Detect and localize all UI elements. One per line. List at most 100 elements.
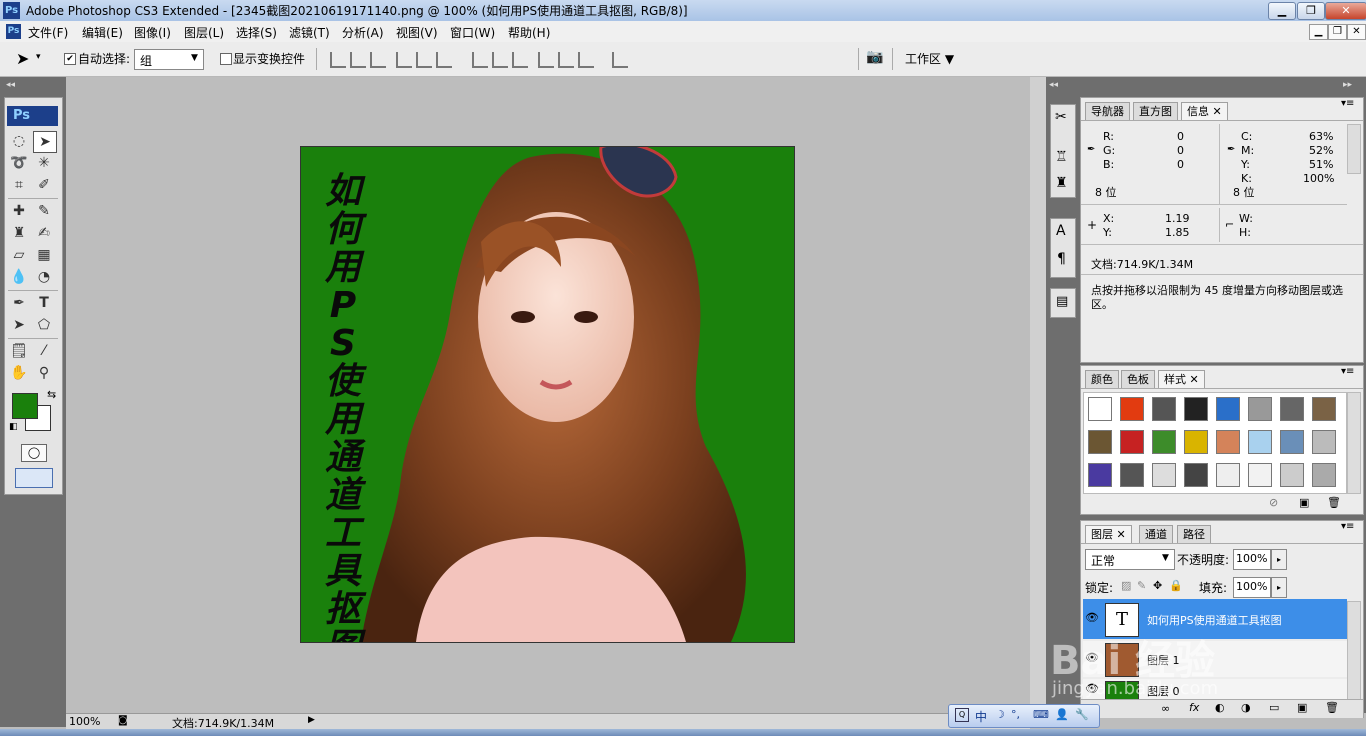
path-select-icon[interactable]: ➤	[8, 315, 30, 335]
tab-histogram[interactable]: 直方图	[1133, 102, 1178, 121]
show-transform-checkbox[interactable]	[220, 53, 232, 65]
distribute-hcenter-icon[interactable]	[558, 52, 574, 68]
adjustment-layer-icon[interactable]: ◑	[1241, 701, 1251, 714]
close-icon[interactable]: ✕	[1213, 105, 1222, 118]
style-swatch[interactable]	[1088, 463, 1112, 487]
fx-icon[interactable]: fx	[1189, 701, 1199, 714]
auto-align-icon[interactable]	[612, 52, 628, 68]
clone-source-icon[interactable]: ♜	[1055, 175, 1068, 191]
auto-select-checkbox[interactable]: ✔	[64, 53, 76, 65]
style-swatch[interactable]	[1216, 463, 1240, 487]
style-swatch[interactable]	[1248, 430, 1272, 454]
menu-file[interactable]: 文件(F)	[28, 24, 68, 41]
collapse-icon[interactable]: ◂◂	[6, 80, 15, 90]
expand-icon[interactable]: ▸▸	[1343, 80, 1352, 90]
scrollbar[interactable]	[1347, 601, 1361, 701]
gradient-tool-icon[interactable]: ▦	[33, 245, 55, 265]
lock-pixels-icon[interactable]: ✎	[1137, 579, 1146, 592]
slice-tool-icon[interactable]: ✐	[33, 175, 55, 195]
align-hcenter-icon[interactable]	[416, 52, 432, 68]
tab-styles[interactable]: 样式 ✕	[1158, 370, 1205, 389]
screen-mode-icon[interactable]	[15, 468, 53, 488]
distribute-left-icon[interactable]	[538, 52, 554, 68]
layer-name[interactable]: 如何用PS使用通道工具抠图	[1147, 612, 1282, 628]
lasso-tool-icon[interactable]: ➰	[8, 153, 30, 173]
type-tool-icon[interactable]: T	[33, 293, 55, 313]
menu-edit[interactable]: 编辑(E)	[82, 24, 123, 41]
notes-tool-icon[interactable]: 🗒	[8, 341, 30, 361]
move-tool-icon[interactable]: ➤	[16, 49, 29, 68]
menu-image[interactable]: 图像(I)	[134, 24, 171, 41]
style-swatch[interactable]	[1184, 397, 1208, 421]
distribute-right-icon[interactable]	[578, 52, 594, 68]
workspace-menu[interactable]: 工作区 ▼	[905, 50, 954, 67]
document-canvas[interactable]: 如何用PS使用通道工具抠图	[300, 146, 795, 643]
lock-transparency-icon[interactable]: ▨	[1121, 579, 1131, 592]
swap-colors-icon[interactable]: ⇆	[47, 388, 56, 401]
style-swatch[interactable]	[1248, 463, 1272, 487]
doc-close-button[interactable]: ✕	[1347, 24, 1366, 40]
tab-channels[interactable]: 通道	[1139, 525, 1173, 544]
style-swatch[interactable]	[1216, 397, 1240, 421]
lock-position-icon[interactable]: ✥	[1153, 579, 1162, 592]
align-bottom-icon[interactable]	[370, 52, 386, 68]
style-swatch[interactable]	[1184, 463, 1208, 487]
panel-menu-icon[interactable]: ▾≡	[1341, 521, 1354, 532]
close-icon[interactable]: ✕	[1117, 528, 1126, 541]
align-vcenter-icon[interactable]	[350, 52, 366, 68]
eraser-tool-icon[interactable]: ▱	[8, 245, 30, 265]
ime-chinese-mode[interactable]: 中	[975, 708, 987, 725]
hand-tool-icon[interactable]: ✋	[8, 363, 30, 383]
quick-mask-icon[interactable]: ◯	[21, 444, 47, 462]
pen-tool-icon[interactable]: ✒	[8, 293, 30, 313]
tab-paths[interactable]: 路径	[1177, 525, 1211, 544]
menu-filter[interactable]: 滤镜(T)	[289, 24, 330, 41]
crop-tool-icon[interactable]: ⌗	[8, 175, 30, 195]
menu-layer[interactable]: 图层(L)	[184, 24, 224, 41]
style-swatch[interactable]	[1152, 397, 1176, 421]
clear-style-icon[interactable]: ⊘	[1269, 496, 1278, 509]
collapse-icon[interactable]: ◂◂	[1049, 80, 1058, 90]
history-brush-icon[interactable]: ✍	[33, 223, 55, 243]
close-button[interactable]: ✕	[1325, 2, 1366, 20]
healing-brush-icon[interactable]: ✚	[8, 201, 30, 221]
style-swatch[interactable]	[1280, 463, 1304, 487]
preview-icon[interactable]: ◙	[118, 715, 128, 726]
clone-stamp-icon[interactable]: ♜	[8, 223, 30, 243]
ime-punctuation-icon[interactable]: °,	[1011, 708, 1020, 721]
minimize-button[interactable]: ▁	[1268, 2, 1296, 20]
panel-menu-icon[interactable]: ▾≡	[1341, 366, 1354, 377]
style-swatch[interactable]	[1152, 463, 1176, 487]
trash-icon[interactable]: 🗑	[1325, 701, 1339, 714]
ime-half-width-icon[interactable]: ☽	[995, 708, 1005, 721]
brush-tool-icon[interactable]: ✎	[33, 201, 55, 221]
zoom-level[interactable]: 100%	[69, 715, 100, 728]
tab-color[interactable]: 颜色	[1085, 370, 1119, 389]
opacity-slider-button[interactable]: ▸	[1271, 549, 1287, 570]
ime-user-icon[interactable]: 👤	[1055, 708, 1069, 721]
style-swatch[interactable]	[1312, 397, 1336, 421]
align-top-icon[interactable]	[330, 52, 346, 68]
tab-swatches[interactable]: 色板	[1121, 370, 1155, 389]
tab-info[interactable]: 信息 ✕	[1181, 102, 1228, 121]
style-swatch[interactable]	[1152, 430, 1176, 454]
align-right-icon[interactable]	[436, 52, 452, 68]
menu-help[interactable]: 帮助(H)	[508, 24, 550, 41]
menu-analysis[interactable]: 分析(A)	[342, 24, 384, 41]
tab-navigator[interactable]: 导航器	[1085, 102, 1130, 121]
new-layer-icon[interactable]: ▣	[1297, 701, 1307, 714]
default-colors-icon[interactable]: ◧	[9, 422, 18, 432]
magic-wand-icon[interactable]: ✳	[33, 153, 55, 173]
eye-icon[interactable]: 👁	[1085, 611, 1099, 624]
distribute-bottom-icon[interactable]	[512, 52, 528, 68]
menu-window[interactable]: 窗口(W)	[450, 24, 495, 41]
style-swatch[interactable]	[1312, 430, 1336, 454]
style-swatch[interactable]	[1088, 430, 1112, 454]
panel-menu-icon[interactable]: ▾≡	[1341, 98, 1354, 109]
ime-keyboard-icon[interactable]: ⌨	[1033, 708, 1049, 721]
menu-select[interactable]: 选择(S)	[236, 24, 277, 41]
auto-select-dropdown[interactable]: 组 ▼	[134, 49, 204, 70]
scrollbar[interactable]	[1347, 392, 1361, 494]
blur-tool-icon[interactable]: 💧	[8, 267, 30, 287]
close-icon[interactable]: ✕	[1190, 373, 1199, 386]
